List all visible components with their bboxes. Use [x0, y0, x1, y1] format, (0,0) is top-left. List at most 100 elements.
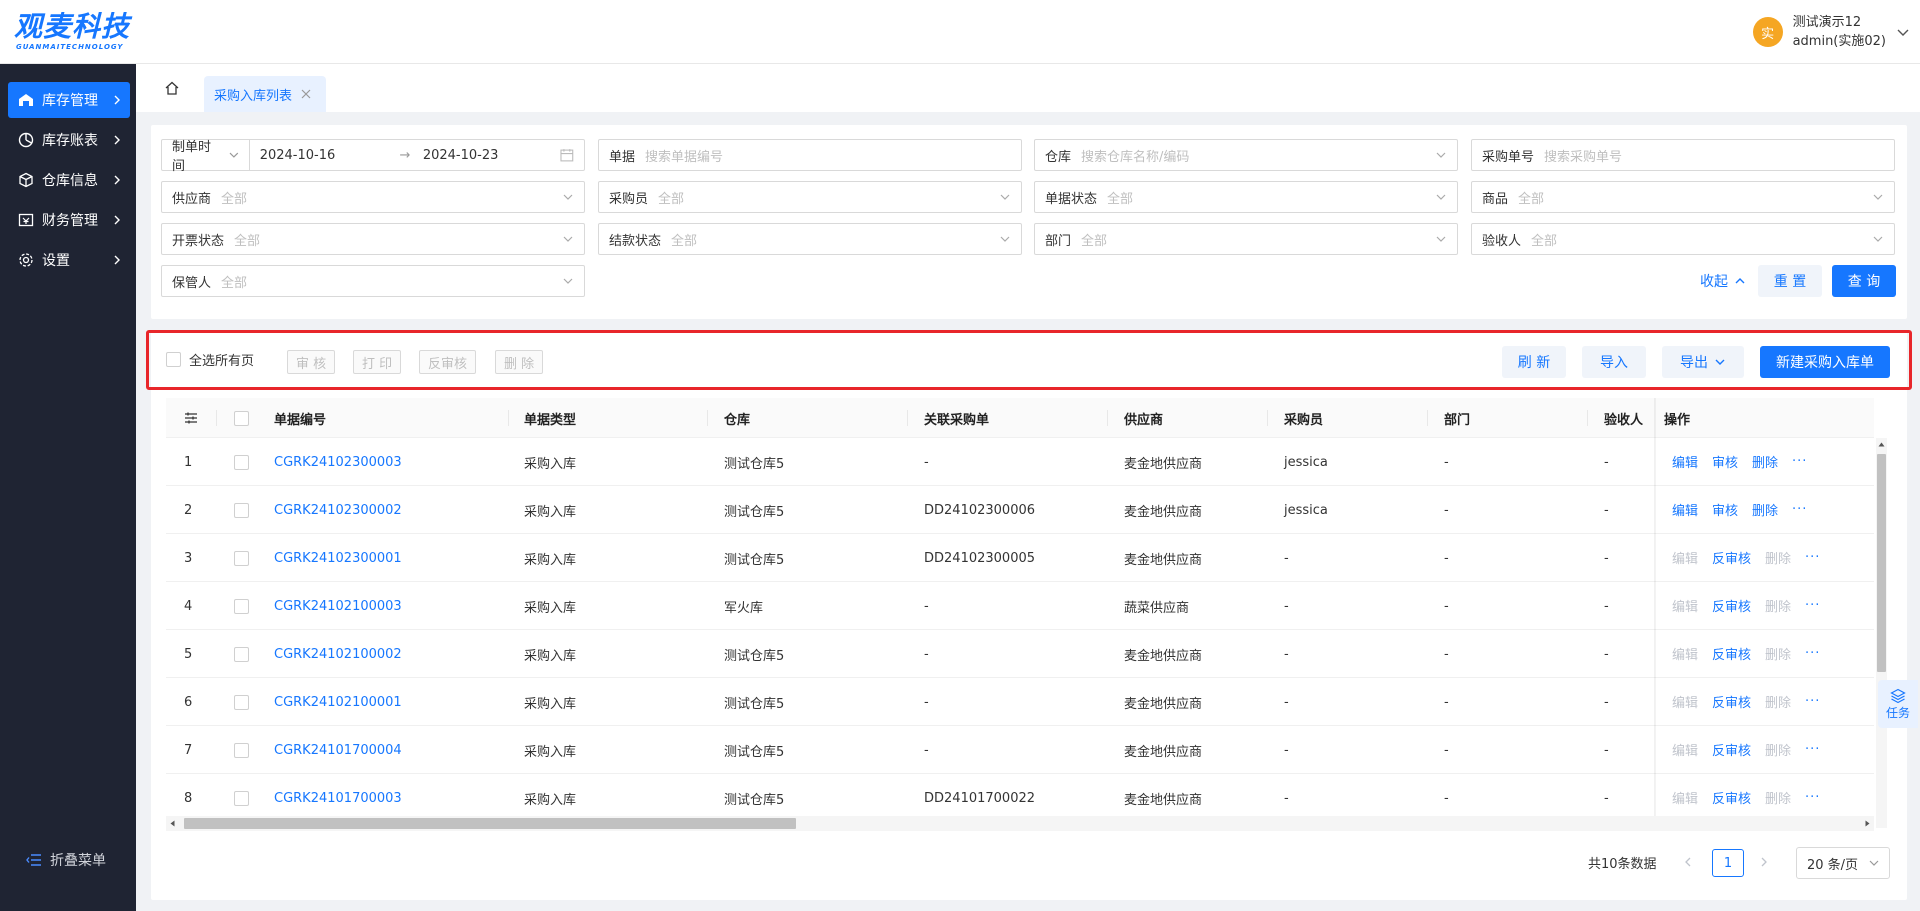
delete-link[interactable]: 删除 [1752, 500, 1778, 519]
delete-link[interactable]: 删除 [1765, 596, 1791, 615]
row-checkbox[interactable] [234, 502, 249, 518]
audit-link[interactable]: 审核 [1712, 452, 1738, 471]
task-button[interactable]: 任务 [1878, 680, 1918, 728]
more-actions-icon[interactable]: ··· [1805, 646, 1820, 661]
row-checkbox[interactable] [234, 742, 249, 758]
query-button[interactable]: 查 询 [1832, 265, 1896, 297]
cell-doc-number[interactable]: CGRK24102100003 [274, 582, 402, 630]
edit-link[interactable]: 编辑 [1672, 788, 1698, 807]
cell-doc-number[interactable]: CGRK24102300003 [274, 438, 402, 486]
import-button[interactable]: 导入 [1582, 346, 1646, 378]
delete-link[interactable]: 删除 [1765, 692, 1791, 711]
company-logo[interactable]: 观麦科技 GUANMAITECHNOLOGY [14, 10, 144, 54]
invoice-status-select[interactable]: 开票状态 全部 [161, 223, 585, 255]
row-checkbox[interactable] [234, 598, 249, 614]
refresh-button[interactable]: 刷 新 [1502, 346, 1566, 378]
payment-status-select[interactable]: 结款状态 全部 [598, 223, 1022, 255]
more-actions-icon[interactable]: ··· [1805, 598, 1820, 613]
date-start-input[interactable]: 2024-10-16 [250, 148, 397, 163]
scroll-right-icon[interactable] [1864, 820, 1871, 827]
table-row[interactable]: 6 CGRK24102100001 采购入库 测试仓库5 - 麦金地供应商 - - - [166, 678, 1874, 726]
vertical-scrollbar[interactable] [1876, 438, 1887, 828]
next-page-button[interactable] [1752, 850, 1776, 874]
new-purchase-inbound-button[interactable]: 新建采购入库单 [1760, 346, 1890, 378]
supplier-select[interactable]: 供应商 全部 [161, 181, 585, 213]
close-icon[interactable] [300, 88, 312, 100]
table-row[interactable]: 5 CGRK24102100002 采购入库 测试仓库5 - 麦金地供应商 - - - [166, 630, 1874, 678]
reset-button[interactable]: 重 置 [1758, 265, 1822, 297]
audit-link[interactable]: 反审核 [1712, 596, 1751, 615]
doc-number-input[interactable]: 搜索单据编号 [645, 146, 1011, 165]
tab-purchase-inbound-list[interactable]: 采购入库列表 [204, 76, 327, 112]
date-end-input[interactable]: 2024-10-23 [413, 148, 560, 163]
table-row[interactable]: 7 CGRK24101700004 采购入库 测试仓库5 - 麦金地供应商 - - - [166, 726, 1874, 774]
prev-page-button[interactable] [1676, 850, 1700, 874]
scroll-left-icon[interactable] [169, 820, 176, 827]
cell-doc-number[interactable]: CGRK24102300002 [274, 486, 402, 534]
select-all-pages[interactable]: 全选所有页 [166, 350, 254, 369]
collapse-filters-link[interactable]: 收起 [1700, 265, 1746, 297]
cell-doc-number[interactable]: CGRK24102300001 [274, 534, 402, 582]
collapse-menu-button[interactable]: 折叠菜单 [26, 850, 106, 870]
more-actions-icon[interactable]: ··· [1805, 742, 1820, 757]
more-actions-icon[interactable]: ··· [1805, 790, 1820, 805]
edit-link[interactable]: 编辑 [1672, 452, 1698, 471]
table-row[interactable]: 1 CGRK24102300003 采购入库 测试仓库5 - 麦金地供应商 jessica -… [166, 438, 1874, 486]
date-type-select[interactable]: 制单时间 [162, 140, 250, 174]
table-row[interactable]: 8 CGRK24101700003 采购入库 测试仓库5 DD24101700022 麦金… [166, 774, 1874, 822]
page-size-select[interactable]: 20 条/页 [1796, 847, 1890, 879]
sidebar-item-ledger[interactable]: 库存账表 [8, 122, 130, 158]
row-checkbox[interactable] [234, 694, 249, 710]
vertical-scroll-thumb[interactable] [1877, 454, 1886, 672]
product-select[interactable]: 商品 全部 [1471, 181, 1895, 213]
edit-link[interactable]: 编辑 [1672, 596, 1698, 615]
page-1[interactable]: 1 [1712, 849, 1744, 877]
date-range-picker[interactable]: 制单时间 2024-10-16 → 2024-10-23 [161, 139, 585, 174]
horizontal-scroll-thumb[interactable] [184, 818, 796, 829]
export-button[interactable]: 导出 [1662, 346, 1744, 378]
acceptor-select[interactable]: 验收人 全部 [1471, 223, 1895, 255]
sidebar-item-inventory[interactable]: 库存管理 [8, 82, 130, 118]
purchaser-select[interactable]: 采购员 全部 [598, 181, 1022, 213]
doc-number-search[interactable]: 单据 搜索单据编号 [598, 139, 1022, 171]
row-checkbox[interactable] [234, 646, 249, 662]
delete-link[interactable]: 删除 [1752, 452, 1778, 471]
more-actions-icon[interactable]: ··· [1805, 694, 1820, 709]
cell-doc-number[interactable]: CGRK24102100001 [274, 678, 402, 726]
more-actions-icon[interactable]: ··· [1792, 454, 1807, 469]
audit-button[interactable]: 审 核 [287, 350, 336, 374]
po-number-input[interactable]: 搜索采购单号 [1544, 146, 1884, 165]
sidebar-item-finance[interactable]: 财务管理 [8, 202, 130, 238]
row-checkbox[interactable] [234, 790, 249, 806]
audit-link[interactable]: 反审核 [1712, 788, 1751, 807]
cell-doc-number[interactable]: CGRK24101700004 [274, 726, 402, 774]
edit-link[interactable]: 编辑 [1672, 644, 1698, 663]
edit-link[interactable]: 编辑 [1672, 740, 1698, 759]
unaudit-button[interactable]: 反审核 [419, 350, 477, 374]
row-checkbox[interactable] [234, 550, 249, 566]
audit-link[interactable]: 反审核 [1712, 740, 1751, 759]
delete-link[interactable]: 删除 [1765, 548, 1791, 567]
edit-link[interactable]: 编辑 [1672, 548, 1698, 567]
department-select[interactable]: 部门 全部 [1034, 223, 1458, 255]
cell-doc-number[interactable]: CGRK24101700003 [274, 774, 402, 822]
edit-link[interactable]: 编辑 [1672, 692, 1698, 711]
delete-link[interactable]: 删除 [1765, 740, 1791, 759]
scroll-up-icon[interactable] [1878, 441, 1885, 448]
doc-status-select[interactable]: 单据状态 全部 [1034, 181, 1458, 213]
audit-link[interactable]: 反审核 [1712, 692, 1751, 711]
more-actions-icon[interactable]: ··· [1805, 550, 1820, 565]
delete-link[interactable]: 删除 [1765, 788, 1791, 807]
user-menu[interactable]: 实 测试演示12 admin(实施02) [1752, 12, 1910, 52]
table-row[interactable]: 3 CGRK24102300001 采购入库 测试仓库5 DD24102300005 麦金… [166, 534, 1874, 582]
row-checkbox[interactable] [234, 454, 249, 470]
delete-link[interactable]: 删除 [1765, 644, 1791, 663]
horizontal-scrollbar[interactable] [166, 816, 1874, 831]
warehouse-select[interactable]: 仓库 搜索仓库名称/编码 [1034, 139, 1458, 171]
print-button[interactable]: 打 印 [353, 350, 402, 374]
cell-doc-number[interactable]: CGRK24102100002 [274, 630, 402, 678]
edit-link[interactable]: 编辑 [1672, 500, 1698, 519]
audit-link[interactable]: 审核 [1712, 500, 1738, 519]
po-number-search[interactable]: 采购单号 搜索采购单号 [1471, 139, 1895, 171]
table-row[interactable]: 2 CGRK24102300002 采购入库 测试仓库5 DD24102300006 麦金… [166, 486, 1874, 534]
